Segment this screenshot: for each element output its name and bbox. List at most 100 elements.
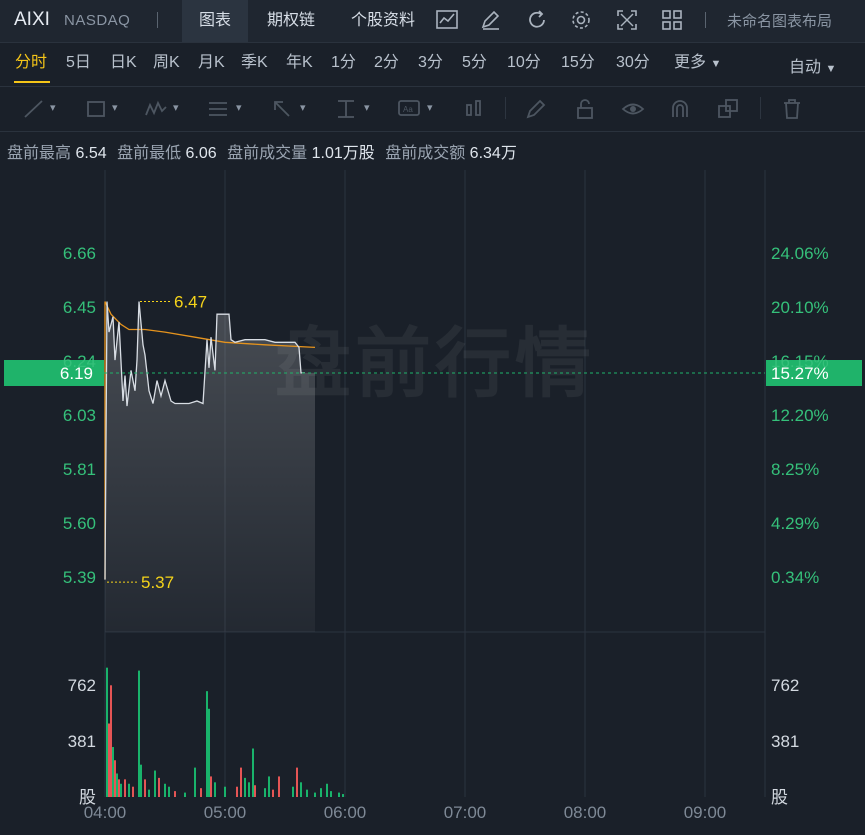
- volume-bar: [128, 783, 130, 797]
- volume-tick-label: 381: [68, 732, 96, 751]
- gear-icon[interactable]: [569, 8, 593, 32]
- volume-bar: [208, 708, 210, 797]
- time-tick-label: 07:00: [444, 803, 487, 822]
- volume-bar: [306, 789, 308, 797]
- volume-bar: [224, 786, 226, 797]
- percent-tick-label: 8.25%: [771, 460, 819, 479]
- top-toolbar: AIXI NASDAQ 图表 期权链 个股资料 未命名图表布局: [0, 0, 865, 43]
- volume-bar: [264, 788, 266, 797]
- min-marker-label: 5.37: [141, 573, 174, 592]
- scale-mode-label: 自动: [789, 59, 822, 76]
- period-5m[interactable]: 5分: [462, 43, 487, 83]
- price-tick-label: 5.81: [63, 460, 96, 479]
- volume-bar: [326, 783, 328, 797]
- magnet-icon[interactable]: [668, 97, 692, 121]
- volume-bar: [278, 776, 280, 797]
- period-10m[interactable]: 10分: [507, 43, 541, 83]
- volume-bar: [210, 776, 212, 797]
- divider: [705, 12, 706, 28]
- volume-tick-label: 762: [68, 676, 96, 695]
- price-tick-label: 6.24: [63, 352, 96, 371]
- volume-tick-label: 381: [771, 732, 799, 751]
- period-week-k[interactable]: 周K: [153, 43, 180, 83]
- price-tick-label: 5.60: [63, 514, 96, 533]
- volume-bar: [330, 791, 332, 797]
- scale-mode-dropdown[interactable]: 自动 ▼: [789, 53, 836, 77]
- tab-chart[interactable]: 图表: [182, 0, 248, 42]
- price-tick-label: 6.45: [63, 298, 96, 317]
- volume-bar: [124, 779, 126, 797]
- volume-bar: [140, 764, 142, 797]
- volume-bar: [174, 791, 176, 797]
- drawing-toolbar: ▾ ▾ ▾ ▾ ▾ ▾ Aa ▾: [0, 86, 865, 132]
- volume-bar: [114, 760, 116, 797]
- indicator-icon[interactable]: [462, 97, 486, 121]
- grid-layout-icon[interactable]: [660, 8, 684, 32]
- volume-bar: [148, 789, 150, 797]
- period-month-k[interactable]: 月K: [198, 43, 225, 83]
- period-2m[interactable]: 2分: [374, 43, 399, 83]
- percent-tick-label: 12.20%: [771, 406, 829, 425]
- volume-bar: [116, 773, 118, 797]
- period-15m[interactable]: 15分: [561, 43, 595, 83]
- trendline-tool-icon[interactable]: [22, 97, 46, 121]
- chevron-down-icon: ▾: [173, 102, 179, 114]
- volume-bar: [240, 767, 242, 797]
- chart-icon[interactable]: [435, 8, 459, 32]
- volume-bar: [144, 779, 146, 797]
- period-3m[interactable]: 3分: [418, 43, 443, 83]
- divider: [157, 12, 158, 28]
- tab-options-chain[interactable]: 期权链: [253, 0, 329, 42]
- divider: [760, 97, 761, 119]
- pencil-icon[interactable]: [524, 97, 548, 121]
- period-day-k[interactable]: 日K: [110, 43, 137, 83]
- volume-bar: [168, 786, 170, 797]
- period-year-k[interactable]: 年K: [286, 43, 313, 83]
- exchange-label: NASDAQ: [64, 12, 131, 29]
- period-bar: 分时 5日 日K 周K 月K 季K 年K 1分 2分 3分 5分 10分 15分…: [0, 43, 865, 85]
- eye-icon[interactable]: [621, 97, 645, 121]
- volume-unit-label: 股: [771, 788, 788, 807]
- volume-bar: [112, 747, 114, 797]
- period-1m[interactable]: 1分: [331, 43, 356, 83]
- trash-icon[interactable]: [780, 97, 804, 121]
- watermark: 盘前行情: [275, 322, 595, 407]
- period-30m[interactable]: 30分: [616, 43, 650, 83]
- fib-tool-icon[interactable]: [206, 97, 230, 121]
- volume-bar: [200, 788, 202, 797]
- volume-bar: [132, 786, 134, 797]
- svg-text:Aa: Aa: [403, 105, 413, 114]
- volume-bar: [106, 667, 108, 797]
- volume-bar: [268, 776, 270, 797]
- arrow-tool-icon[interactable]: [270, 97, 294, 121]
- time-tick-label: 09:00: [684, 803, 727, 822]
- layers-icon[interactable]: [716, 97, 740, 121]
- volume-bar: [118, 779, 120, 797]
- measure-tool-icon[interactable]: [334, 97, 358, 121]
- pattern-tool-icon[interactable]: [144, 97, 168, 121]
- chevron-down-icon: ▾: [427, 102, 433, 114]
- text-tool-icon[interactable]: Aa: [397, 97, 421, 121]
- period-more[interactable]: 更多 ▼: [674, 43, 721, 83]
- period-quarter-k[interactable]: 季K: [241, 43, 268, 83]
- chevron-down-icon: ▾: [364, 102, 370, 114]
- lock-icon[interactable]: [573, 97, 597, 121]
- intraday-chart[interactable]: 盘前行情 6.475.376.19 15.27% 6.666.456.246.03…: [0, 160, 865, 835]
- tab-stock-profile[interactable]: 个股资料: [341, 0, 425, 42]
- volume-bar: [108, 723, 110, 797]
- percent-tick-label: 4.29%: [771, 514, 819, 533]
- period-5d[interactable]: 5日: [66, 43, 91, 83]
- fullscreen-icon[interactable]: [615, 8, 639, 32]
- period-intraday[interactable]: 分时: [15, 43, 47, 83]
- layout-name[interactable]: 未命名图表布局: [727, 10, 832, 31]
- active-period-underline: [14, 81, 50, 83]
- volume-bar: [164, 783, 166, 797]
- percent-tick-label: 24.06%: [771, 244, 829, 263]
- symbol-title[interactable]: AIXI: [14, 9, 50, 31]
- refresh-icon[interactable]: [525, 8, 549, 32]
- draw-pen-icon[interactable]: [479, 8, 503, 32]
- volume-bar: [300, 782, 302, 797]
- chevron-down-icon: ▼: [825, 63, 837, 75]
- volume-bar: [252, 748, 254, 797]
- rectangle-tool-icon[interactable]: [84, 97, 108, 121]
